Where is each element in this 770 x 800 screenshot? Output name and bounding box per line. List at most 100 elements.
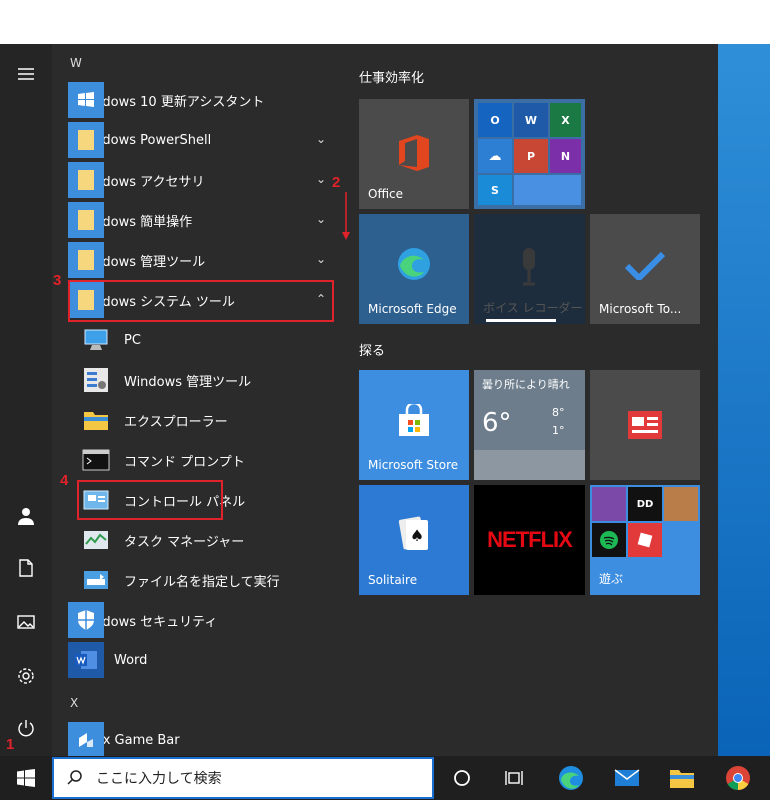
tile-office-apps-folder[interactable]: O W X ☁ P N S [474, 99, 585, 209]
office-logo-icon [399, 135, 429, 171]
folder-icon [68, 122, 104, 158]
checkmark-icon [625, 252, 665, 280]
netflix-logo: NETFLIX [487, 527, 573, 552]
tile-label: ボイス レコーダー [483, 301, 583, 315]
pictures-icon[interactable] [0, 602, 52, 642]
empty-app-slot [514, 175, 581, 205]
tile-group-title-productivity[interactable]: 仕事効率化 [359, 67, 424, 86]
edge-taskbar-icon[interactable] [545, 756, 597, 800]
hamburger-menu-icon[interactable] [0, 54, 52, 94]
tile-solitaire[interactable]: ♠ Solitaire [359, 485, 469, 595]
section-letter-w[interactable]: W [70, 56, 82, 70]
chevron-down-icon: ⌄ [315, 132, 326, 146]
chevron-down-icon: ⌄ [315, 212, 326, 226]
tile-progress-bar [486, 319, 556, 322]
tile-office[interactable]: Office [359, 99, 469, 209]
start-button[interactable] [0, 756, 52, 800]
skype-icon: S [478, 175, 512, 205]
app-item-windows10-update-assistant[interactable]: Windows 10 更新アシスタント [68, 80, 334, 120]
news-icon [628, 411, 662, 439]
file-explorer-taskbar-icon[interactable] [656, 756, 708, 800]
user-account-icon[interactable] [0, 496, 52, 536]
onedrive-cloud-icon: ☁ [478, 139, 512, 173]
tile-play-folder[interactable]: DD 遊ぶ [590, 485, 700, 595]
tile-weather[interactable]: 曇り所により晴れ 6° 8° 1° [474, 370, 585, 480]
tile-microsoft-edge[interactable]: Microsoft Edge [359, 214, 469, 324]
tile-label: Office [368, 187, 404, 201]
app-item-windows-admin-tools[interactable]: Windows 管理ツール [78, 360, 334, 400]
xbox-game-bar-icon [68, 722, 104, 756]
weather-condition: 曇り所により晴れ [482, 378, 570, 391]
windows-logo-icon [68, 82, 104, 118]
weather-high: 8° [552, 406, 565, 419]
tile-microsoft-store[interactable]: Microsoft Store [359, 370, 469, 480]
annotation-step-1: 1 [6, 736, 15, 753]
shield-icon [68, 602, 104, 638]
tile-microsoft-todo[interactable]: Microsoft To... [590, 214, 700, 324]
onenote-icon: N [550, 139, 581, 173]
search-placeholder: ここに入力して検索 [96, 771, 222, 787]
app-label: タスク マネージャー [124, 534, 245, 550]
app-item-task-manager[interactable]: タスク マネージャー [78, 520, 334, 560]
tile-group-title-explore[interactable]: 探る [359, 340, 385, 359]
game-thumbnail-icon [664, 487, 698, 521]
app-folder-windows-accessories[interactable]: Windows アクセサリ ⌄ [68, 160, 334, 200]
tile-voice-recorder[interactable]: ボイス レコーダー [474, 214, 585, 324]
chevron-down-icon: ⌄ [315, 252, 326, 266]
app-folder-windows-ease-of-access[interactable]: Windows 簡単操作 ⌄ [68, 200, 334, 240]
highlight-control-panel [77, 480, 223, 520]
app-folder-windows-admin-tools[interactable]: Windows 管理ツール ⌄ [68, 240, 334, 280]
annotation-step-4: 4 [60, 472, 69, 489]
task-view-icon[interactable] [488, 756, 540, 800]
edge-logo-icon [398, 248, 430, 280]
app-item-word[interactable]: Word [68, 640, 334, 680]
microphone-icon [523, 248, 535, 286]
folder-icon [68, 242, 104, 278]
annotation-step-3: 3 [53, 272, 62, 289]
app-folder-windows-powershell[interactable]: Windows PowerShell ⌄ [68, 120, 334, 160]
word-icon [68, 642, 104, 678]
tile-news[interactable] [590, 370, 700, 480]
folder-icon [68, 162, 104, 198]
app-item-xbox-game-bar[interactable]: Xbox Game Bar [68, 720, 334, 756]
weather-low: 1° [552, 424, 565, 437]
candy-crush-icon [592, 487, 626, 521]
weather-cloud-band [474, 450, 585, 480]
app-item-file-explorer[interactable]: エクスプローラー [78, 400, 334, 440]
app-item-run[interactable]: ファイル名を指定して実行 [78, 560, 334, 600]
tile-label: Microsoft To... [599, 302, 682, 316]
documents-icon[interactable] [0, 548, 52, 588]
app-item-pc[interactable]: PC [78, 320, 334, 360]
app-label: PC [124, 332, 141, 348]
cortana-icon[interactable] [436, 756, 488, 800]
task-manager-icon [78, 522, 114, 558]
start-menu: W Windows 10 更新アシスタント Windows PowerShell… [0, 44, 718, 756]
chrome-icon[interactable] [712, 756, 764, 800]
app-label: コマンド プロンプト [124, 454, 245, 470]
search-icon [67, 770, 82, 785]
annotation-step-2: 2 [332, 174, 341, 191]
run-dialog-icon [78, 562, 114, 598]
settings-gear-icon[interactable] [0, 656, 52, 696]
mail-icon[interactable] [601, 756, 653, 800]
chevron-down-icon: ⌄ [315, 172, 326, 186]
store-bag-icon [399, 404, 429, 436]
app-item-command-prompt[interactable]: コマンド プロンプト [78, 440, 334, 480]
tile-netflix[interactable]: NETFLIX [474, 485, 585, 595]
taskbar: ここに入力して検索 [0, 756, 770, 800]
app-label: Windows 管理ツール [124, 374, 252, 390]
roblox-icon [628, 523, 662, 557]
spotify-icon [592, 523, 626, 557]
app-label: Word [114, 652, 148, 668]
tile-label: Solitaire [368, 573, 418, 587]
section-letter-x[interactable]: X [70, 696, 78, 710]
taskbar-search-box[interactable]: ここに入力して検索 [52, 757, 434, 799]
command-prompt-icon [78, 442, 114, 478]
app-label: エクスプローラー [124, 414, 228, 430]
app-item-windows-security[interactable]: Windows セキュリティ [68, 600, 334, 640]
powerpoint-icon: P [514, 139, 548, 173]
file-explorer-icon [78, 402, 114, 438]
excel-icon: X [550, 103, 581, 137]
outlook-icon: O [478, 103, 512, 137]
card-spade-icon: ♠ [398, 516, 428, 550]
